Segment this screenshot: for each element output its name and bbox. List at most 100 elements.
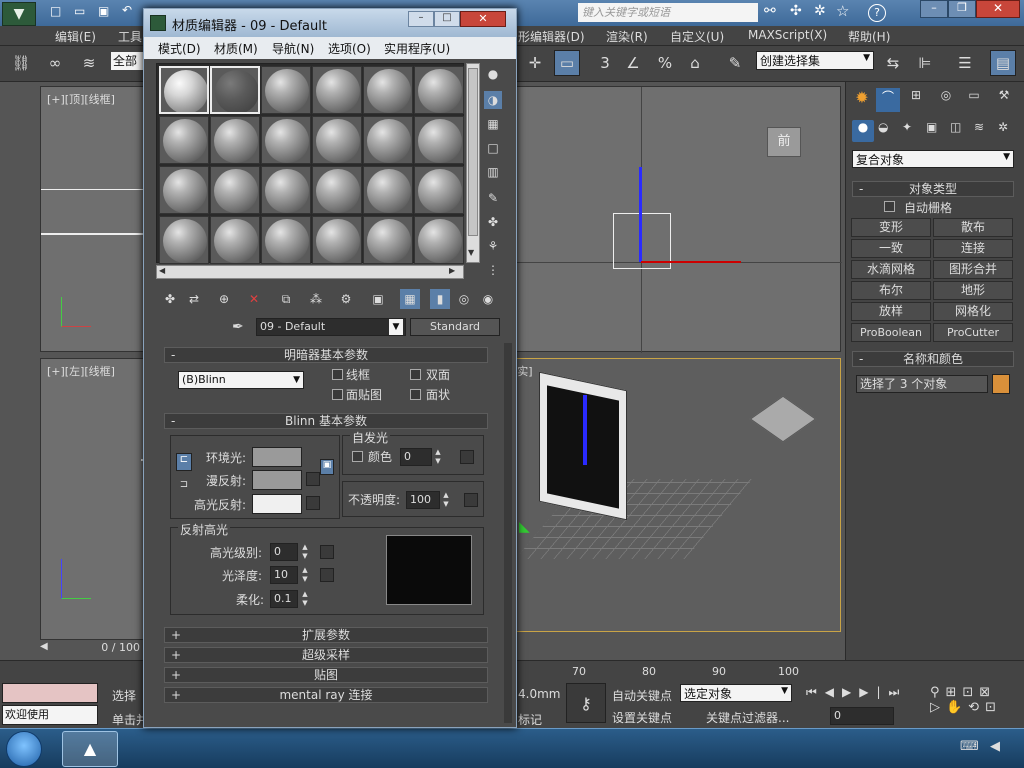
sample-slot-selected[interactable] <box>210 66 260 114</box>
self-illum-spinner[interactable]: ▲ ▼ <box>433 448 443 466</box>
utilities-tab-icon[interactable]: ⚒ <box>992 88 1016 112</box>
terrain-button[interactable]: 地形 <box>933 281 1013 300</box>
sample-slot[interactable] <box>261 66 311 114</box>
spec-level-value[interactable]: 0 <box>270 543 298 561</box>
sample-slot[interactable] <box>414 166 464 214</box>
sample-slot[interactable] <box>159 166 209 214</box>
time-slider[interactable]: 0 / 100 <box>60 641 140 657</box>
name-color-rollout-header[interactable]: - 名称和颜色 <box>852 351 1014 367</box>
sample-hscrollbar[interactable]: ◀ ▶ <box>156 265 464 279</box>
material-editor-titlebar[interactable]: 材质编辑器 - 09 - Default – □ ✕ <box>144 9 516 37</box>
sample-slot[interactable] <box>363 116 413 164</box>
go-forward-sibling-icon[interactable]: ◉ <box>478 289 498 309</box>
procutter-button[interactable]: ProCutter <box>933 323 1013 342</box>
restore-button[interactable]: ❐ <box>948 0 976 18</box>
sample-slot[interactable] <box>261 216 311 264</box>
assign-to-selection-icon[interactable]: ⊕ <box>214 289 234 309</box>
reset-map-icon[interactable]: ✕ <box>244 289 264 309</box>
volume-tray-icon[interactable]: ◀ <box>990 739 1000 754</box>
show-end-result-icon[interactable]: ▮ <box>430 289 450 309</box>
edit-named-sets-icon[interactable]: ✎ <box>722 50 748 76</box>
search-tool-icon[interactable]: ✣ <box>790 3 802 19</box>
menu-maxscript[interactable]: MAXScript(X) <box>748 28 827 42</box>
object-type-rollout-header[interactable]: - 对象类型 <box>852 181 1014 197</box>
mated-menu-options[interactable]: 选项(O) <box>328 40 371 57</box>
options-icon[interactable]: ✤ <box>484 213 502 231</box>
faceted-checkbox[interactable] <box>410 389 421 400</box>
named-selection-dropdown[interactable]: 创建选择集 ▼ <box>756 51 874 70</box>
align-icon[interactable]: ⊫ <box>912 50 938 76</box>
make-copy-icon[interactable]: ⧉ <box>276 289 296 309</box>
lights-icon[interactable]: ✦ <box>902 120 912 134</box>
menu-rendering[interactable]: 渲染(R) <box>606 28 648 45</box>
percent-snap-icon[interactable]: % <box>652 50 678 76</box>
mated-menu-utilities[interactable]: 实用程序(U) <box>384 40 450 57</box>
mental-ray-rollout[interactable]: + mental ray 连接 <box>164 687 488 703</box>
material-editor-window[interactable]: 材质编辑器 - 09 - Default – □ ✕ 模式(D) 材质(M) 导… <box>143 8 517 728</box>
sample-slot[interactable] <box>363 166 413 214</box>
quick-access-undo-icon[interactable]: ↶ <box>122 3 132 17</box>
link-icon[interactable]: ⛓ <box>8 50 34 76</box>
diffuse-map-button[interactable] <box>306 472 320 486</box>
set-key-icon[interactable]: ⚷ <box>566 683 606 723</box>
sample-slot[interactable] <box>312 166 362 214</box>
background-checker-icon[interactable]: ▦ <box>484 115 502 133</box>
opacity-map-button[interactable] <box>464 493 478 507</box>
scatter-button[interactable]: 散布 <box>933 218 1013 237</box>
sample-slot[interactable] <box>159 216 209 264</box>
sample-slot[interactable] <box>312 216 362 264</box>
viewport-top-label[interactable]: [+][顶][线框] <box>47 91 115 107</box>
wire-checkbox[interactable] <box>332 369 343 380</box>
keyboard-tray-icon[interactable]: ⌨ <box>960 739 979 754</box>
get-material-icon[interactable]: ✤ <box>160 289 180 309</box>
selection-filter-dropdown[interactable]: 全部 <box>111 52 143 70</box>
face-map-checkbox[interactable] <box>332 389 343 400</box>
snap-3d-icon[interactable]: 3 <box>592 50 618 76</box>
search-input[interactable]: 键入关键字或短语 <box>578 3 758 22</box>
material-name-field[interactable]: 09 - Default ▼ <box>256 318 406 336</box>
frame-field[interactable]: 0 <box>830 707 894 725</box>
self-illum-color-checkbox[interactable] <box>352 451 363 462</box>
sample-slot[interactable] <box>261 116 311 164</box>
viewport-perspective[interactable]: [实] ◣ <box>508 358 841 632</box>
mated-menu-material[interactable]: 材质(M) <box>214 40 258 57</box>
lock-ambient-diffuse-icon[interactable]: ⊏ <box>176 453 192 471</box>
mated-maximize-button[interactable]: □ <box>434 11 460 27</box>
start-button-icon[interactable] <box>6 731 42 767</box>
viewport-front[interactable]: 前 <box>508 86 842 353</box>
move-icon[interactable]: ✛ <box>522 50 548 76</box>
mirror-icon[interactable]: ⇆ <box>880 50 906 76</box>
motion-tab-icon[interactable]: ◎ <box>934 88 958 112</box>
key-filter-button[interactable]: 关键点过滤器... <box>706 709 789 726</box>
menu-tools[interactable]: 工具 <box>118 28 142 45</box>
maxscript-listener-field[interactable] <box>2 683 98 703</box>
backlight-icon[interactable]: ◑ <box>484 91 502 109</box>
spec-level-map-button[interactable] <box>320 545 334 559</box>
conform-button[interactable]: 一致 <box>851 239 931 258</box>
spacewarps-icon[interactable]: ≋ <box>974 120 984 134</box>
spinner-snap-icon[interactable]: ⌂ <box>682 50 708 76</box>
self-illum-map-button[interactable] <box>460 450 474 464</box>
boolean-button[interactable]: 布尔 <box>851 281 931 300</box>
extended-params-rollout[interactable]: + 扩展参数 <box>164 627 488 643</box>
sample-slot[interactable] <box>414 216 464 264</box>
sample-slot[interactable] <box>312 66 362 114</box>
minimize-button[interactable]: – <box>920 0 948 18</box>
app-logo-icon[interactable]: ▼ <box>2 2 36 26</box>
material-map-navigator-icon[interactable]: ⋮ <box>484 261 502 279</box>
soften-spinner[interactable]: ▲ ▼ <box>300 590 310 608</box>
favorites-star-icon[interactable]: ☆ <box>836 2 849 20</box>
connect-button[interactable]: 连接 <box>933 239 1013 258</box>
soften-value[interactable]: 0.1 <box>270 590 298 608</box>
opacity-spinner[interactable]: ▲ ▼ <box>441 491 451 509</box>
lock-diffuse-specular-icon[interactable]: ⊐ <box>176 479 192 497</box>
create-tab-icon[interactable]: ✹ <box>850 88 874 112</box>
set-key-button[interactable]: 设置关键点 <box>612 709 672 726</box>
scroll-down-arrow-icon[interactable]: ▼ <box>468 248 474 257</box>
make-unique-icon[interactable]: ⁂ <box>306 289 326 309</box>
quick-access-new-icon[interactable]: □ <box>50 4 61 18</box>
sample-slot[interactable] <box>210 216 260 264</box>
unlink-icon[interactable]: ∞ <box>42 50 68 76</box>
autogrid-checkbox[interactable] <box>884 201 895 212</box>
sample-vscrollbar[interactable]: ▼ <box>466 63 480 263</box>
